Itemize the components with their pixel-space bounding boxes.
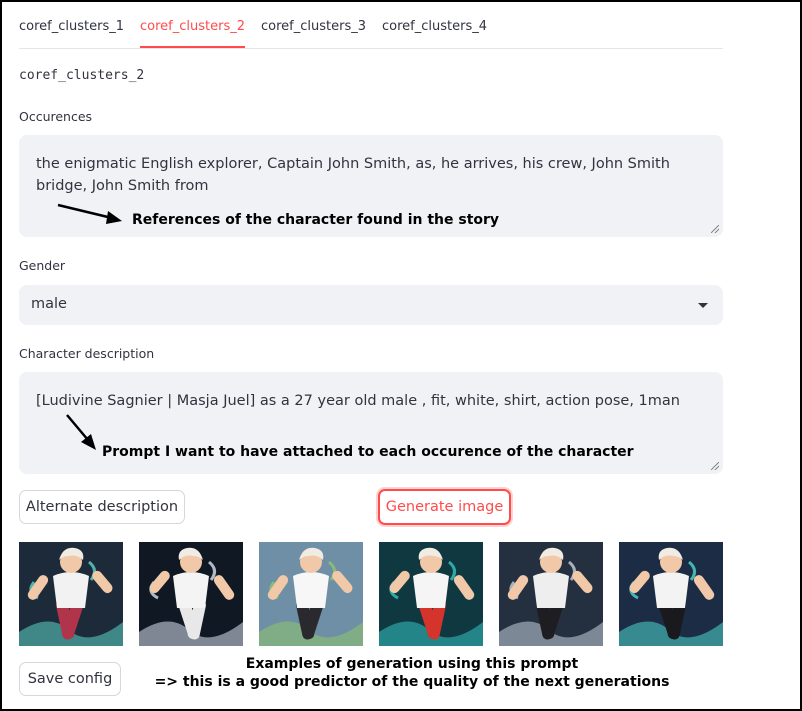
- alternate-description-button[interactable]: Alternate description: [19, 490, 185, 524]
- occurences-annotation: References of the character found in the…: [132, 212, 500, 228]
- generated-image-1[interactable]: [19, 542, 123, 646]
- generated-image-4[interactable]: [379, 542, 483, 646]
- chevron-down-icon: [698, 303, 708, 308]
- tab-bar: coref_clusters_1 coref_clusters_2 coref_…: [19, 18, 723, 49]
- generated-image-2[interactable]: [139, 542, 243, 646]
- resize-handle-icon[interactable]: [711, 225, 719, 233]
- tab-coref-clusters-4[interactable]: coref_clusters_4: [382, 18, 487, 47]
- character-description-label: Character description: [19, 346, 155, 361]
- generated-image-6[interactable]: [619, 542, 723, 646]
- tab-coref-clusters-3[interactable]: coref_clusters_3: [261, 18, 366, 47]
- occurences-label: Occurences: [19, 109, 93, 124]
- occurences-value: the enigmatic English explorer, Captain …: [36, 156, 670, 194]
- gender-select[interactable]: male: [19, 285, 723, 325]
- gallery-caption-line-2: => this is a good predictor of the quali…: [154, 674, 670, 690]
- generated-image-3[interactable]: [259, 542, 363, 646]
- annotation-arrow-icon: [57, 203, 122, 224]
- tab-coref-clusters-2[interactable]: coref_clusters_2: [140, 18, 245, 48]
- gallery-caption-line-1: Examples of generation using this prompt: [245, 656, 579, 672]
- character-description-value: [Ludivine Sagnier | Masja Juel] as a 27 …: [36, 393, 680, 409]
- gender-label: Gender: [19, 258, 66, 273]
- gender-selected-value: male: [31, 296, 67, 312]
- screenshot-frame: coref_clusters_1 coref_clusters_2 coref_…: [0, 0, 802, 711]
- resize-handle-icon[interactable]: [711, 462, 719, 470]
- description-annotation: Prompt I want to have attached to each o…: [102, 444, 634, 460]
- generate-image-button[interactable]: Generate image: [378, 489, 511, 525]
- cluster-id-text: coref_clusters_2: [19, 68, 145, 83]
- tab-coref-clusters-1[interactable]: coref_clusters_1: [19, 18, 124, 47]
- generated-image-5[interactable]: [499, 542, 603, 646]
